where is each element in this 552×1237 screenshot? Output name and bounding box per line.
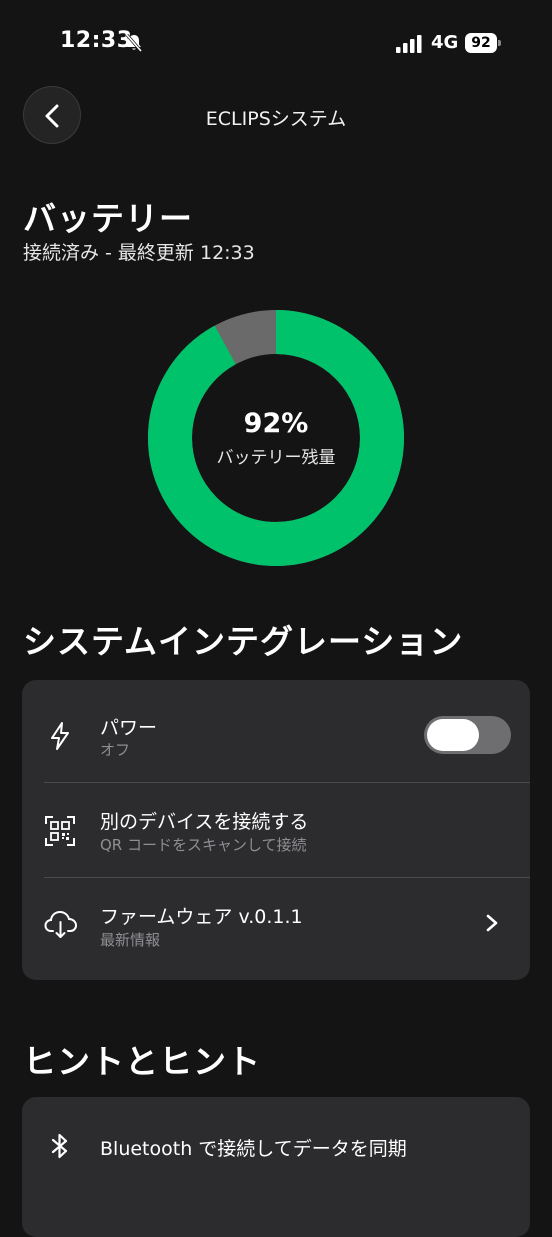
integration-card: パワー オフ 別のデバイスを接続する QR コードをスキャンして接続 ファームウ… [22, 680, 530, 980]
tips-heading: ヒントとヒント [23, 1042, 261, 1081]
connect-device-row[interactable]: 別のデバイスを接続する QR コードをスキャンして接続 [22, 783, 530, 877]
power-toggle[interactable] [424, 716, 511, 754]
connect-device-subtitle: QR コードをスキャンして接続 [100, 836, 307, 854]
bluetooth-icon [44, 1130, 76, 1162]
power-row: パワー オフ [22, 680, 530, 782]
page-title: ECLIPSシステム [205, 108, 347, 130]
power-status: オフ [100, 741, 131, 759]
firmware-subtitle: 最新情報 [100, 931, 161, 949]
firmware-row[interactable]: ファームウェア v.0.1.1 最新情報 [22, 878, 530, 980]
tip-text: Bluetooth で接続してデータを同期 [100, 1138, 407, 1160]
status-time: 12:33 [60, 28, 133, 53]
power-toggle-knob [427, 719, 479, 751]
status-bar: 12:33 4G 92 [0, 0, 552, 90]
tip-item[interactable]: Bluetooth で接続してデータを同期 [22, 1097, 530, 1193]
battery-subtitle: 接続済み - 最終更新 12:33 [23, 242, 255, 264]
cloud-download-icon [44, 908, 78, 940]
battery-tip [498, 40, 501, 46]
lightning-icon [44, 720, 76, 752]
bell-muted-icon [124, 33, 144, 53]
network-type: 4G [431, 32, 459, 53]
connect-device-title: 別のデバイスを接続する [100, 811, 309, 833]
qr-code-icon [44, 815, 76, 847]
battery-status-level: 92 [465, 33, 497, 53]
integration-heading: システムインテグレーション [23, 622, 464, 661]
battery-status-icon: 92 [465, 33, 501, 55]
firmware-title: ファームウェア v.0.1.1 [100, 906, 303, 928]
power-title: パワー [100, 717, 158, 739]
battery-percent: 92% [243, 408, 309, 439]
battery-heading: バッテリー [23, 199, 193, 238]
chevron-right-icon [484, 913, 500, 933]
battery-level-label: バッテリー残量 [216, 448, 336, 468]
tips-card: Bluetooth で接続してデータを同期 [22, 1097, 530, 1237]
signal-strength-icon [396, 35, 422, 53]
